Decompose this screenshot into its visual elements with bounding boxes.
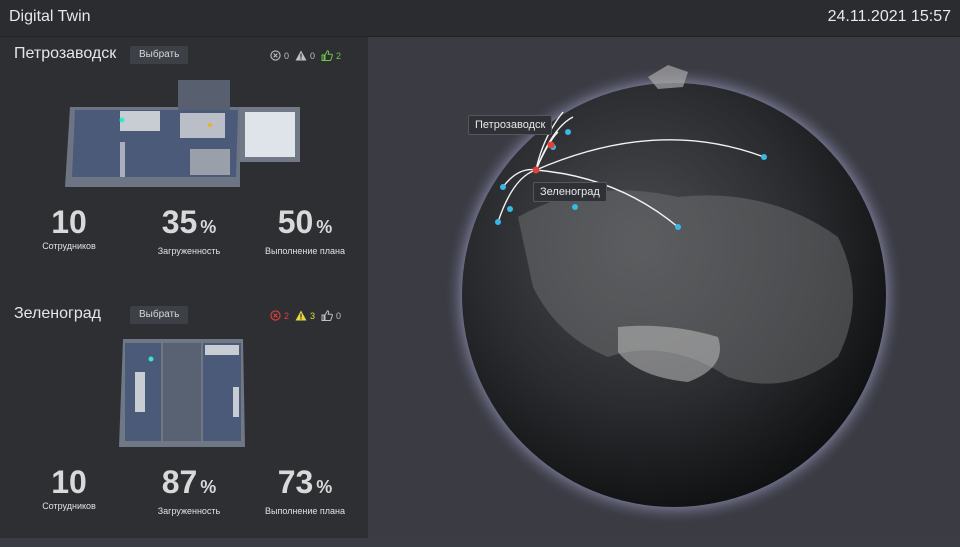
employees-metric: 10 Сотрудников bbox=[14, 205, 124, 251]
plan-label: Выполнение плана bbox=[265, 506, 345, 516]
plan-value: 50 bbox=[277, 204, 314, 240]
warning-icon bbox=[295, 50, 307, 61]
error-count: 2 bbox=[270, 310, 289, 321]
percent-sign: % bbox=[200, 477, 217, 497]
employees-value: 10 bbox=[51, 204, 87, 240]
site-name: Петрозаводск bbox=[14, 45, 117, 62]
map-label-zelenograd[interactable]: Зеленоград bbox=[533, 182, 607, 202]
plan-label: Выполнение плана bbox=[265, 246, 345, 256]
top-bar: Digital Twin 24.11.2021 15:57 bbox=[0, 0, 960, 37]
percent-sign: % bbox=[316, 217, 333, 237]
app-title: Digital Twin bbox=[9, 8, 91, 25]
load-metric: 35% Загруженность bbox=[134, 205, 244, 256]
thumbs-up-icon bbox=[321, 310, 333, 321]
site-name: Зеленоград bbox=[14, 305, 101, 322]
percent-sign: % bbox=[200, 217, 217, 237]
plan-value: 73 bbox=[277, 464, 314, 500]
plan-metric: 73% Выполнение плана bbox=[250, 465, 360, 516]
error-count: 0 bbox=[270, 50, 289, 61]
error-icon bbox=[270, 310, 281, 321]
error-icon bbox=[270, 50, 281, 61]
globe[interactable] bbox=[368, 37, 960, 538]
employees-label: Сотрудников bbox=[42, 501, 96, 511]
sites-panel: Петрозаводск Выбрать 0 0 2 10 Сотруднико… bbox=[0, 37, 368, 538]
floor-plan-model[interactable] bbox=[115, 337, 250, 452]
site-card-zelenograd: Зеленоград Выбрать 2 3 0 10 Сотрудников … bbox=[0, 297, 368, 547]
site-status: 0 0 2 bbox=[270, 50, 347, 61]
map-label-petrozavodsk[interactable]: Петрозаводск bbox=[468, 115, 553, 135]
employees-metric: 10 Сотрудников bbox=[14, 465, 124, 511]
warning-count: 0 bbox=[295, 50, 315, 61]
site-status: 2 3 0 bbox=[270, 310, 347, 321]
load-label: Загруженность bbox=[157, 506, 221, 516]
thumbs-up-icon bbox=[321, 50, 333, 61]
like-count: 0 bbox=[321, 310, 341, 321]
site-card-petrozavodsk: Петрозаводск Выбрать 0 0 2 10 Сотруднико… bbox=[0, 37, 368, 287]
floor-plan-model[interactable] bbox=[60, 77, 310, 187]
load-value: 87 bbox=[161, 464, 198, 500]
datetime: 24.11.2021 15:57 bbox=[827, 8, 951, 25]
employees-value: 10 bbox=[51, 464, 87, 500]
load-metric: 87% Загруженность bbox=[134, 465, 244, 516]
employees-label: Сотрудников bbox=[42, 241, 96, 251]
choose-button[interactable]: Выбрать bbox=[130, 46, 189, 64]
choose-button[interactable]: Выбрать bbox=[130, 306, 189, 324]
load-value: 35 bbox=[161, 204, 198, 240]
like-count: 2 bbox=[321, 50, 341, 61]
globe-view[interactable]: Петрозаводск Зеленоград bbox=[368, 37, 960, 538]
plan-metric: 50% Выполнение плана bbox=[250, 205, 360, 256]
percent-sign: % bbox=[316, 477, 333, 497]
load-label: Загруженность bbox=[157, 246, 221, 256]
warning-count: 3 bbox=[295, 310, 315, 321]
warning-icon bbox=[295, 310, 307, 321]
